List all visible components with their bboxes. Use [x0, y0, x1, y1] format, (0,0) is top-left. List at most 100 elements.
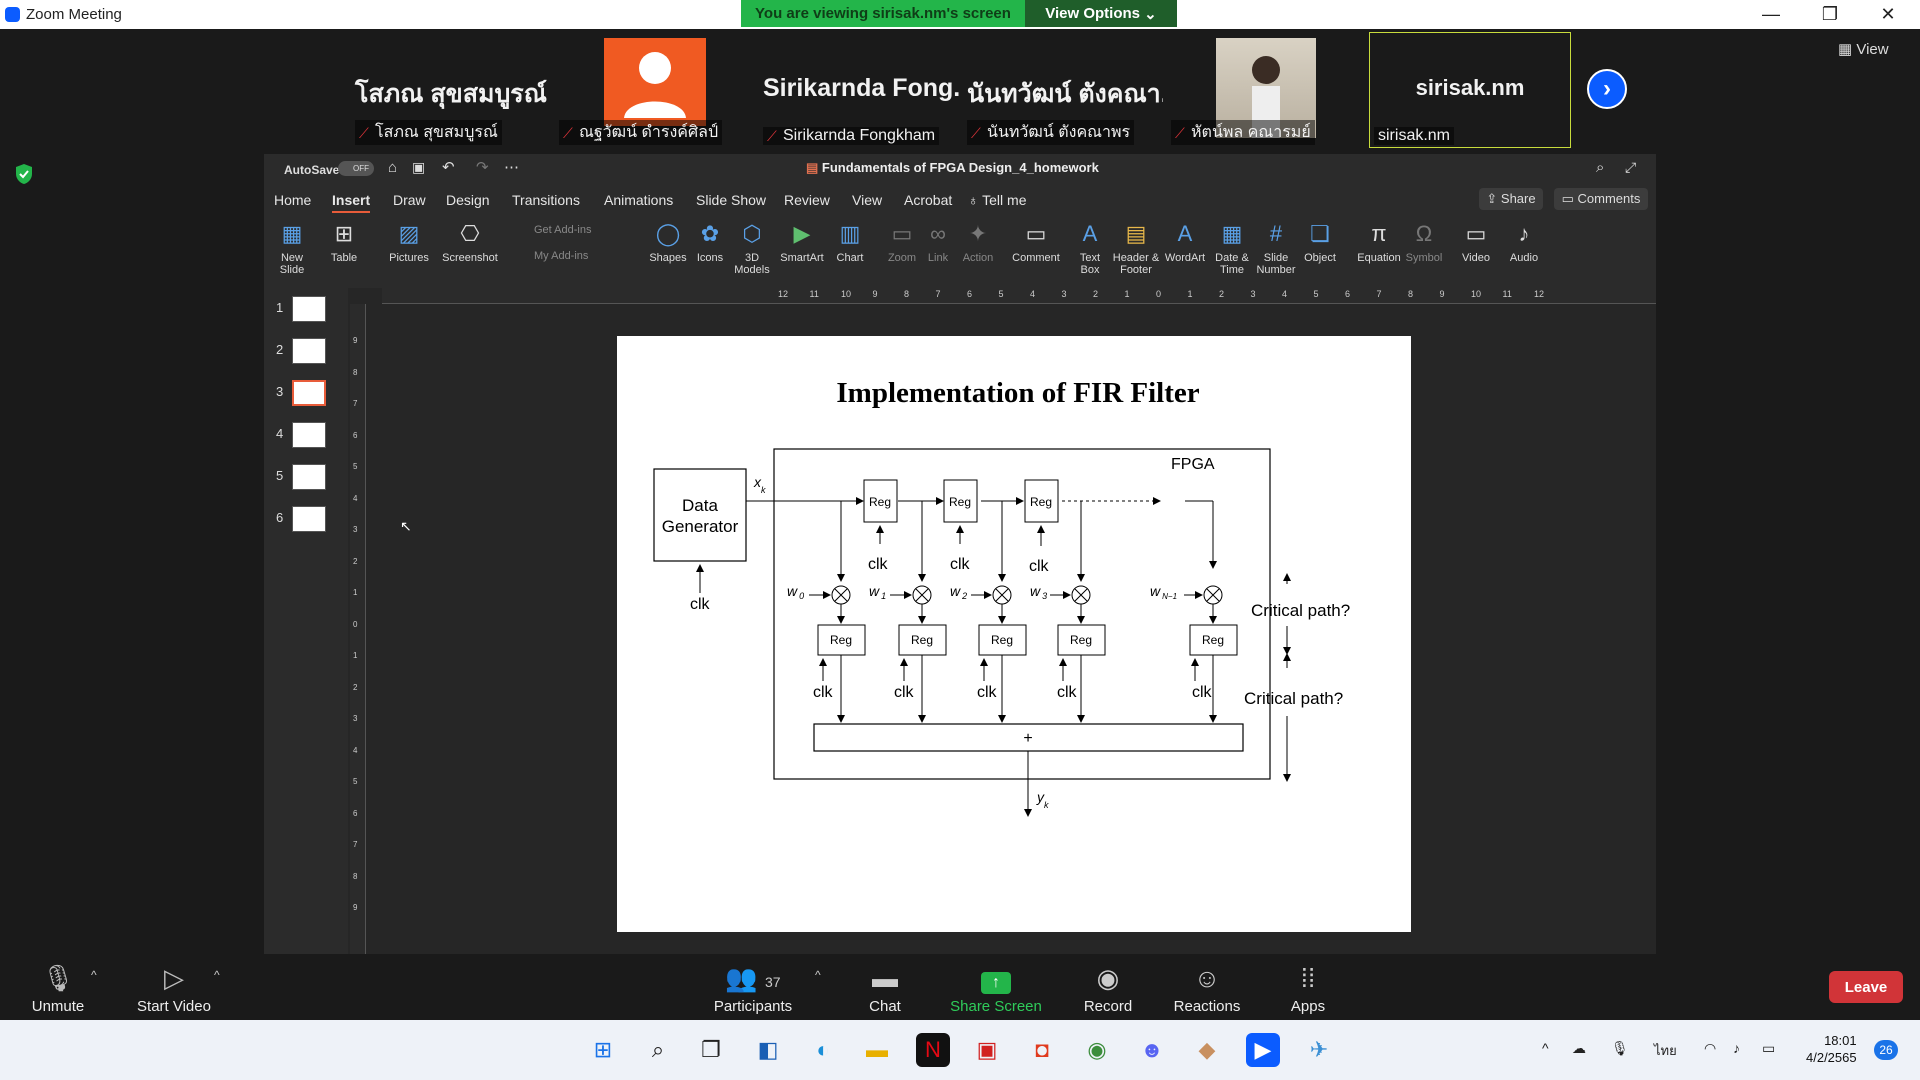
- participants-button[interactable]: 👥 37 Participants: [710, 962, 796, 1015]
- tab-home[interactable]: Home: [274, 192, 311, 208]
- more-icon[interactable]: ⋯: [504, 158, 519, 176]
- new-slide-button[interactable]: ▦ New Slide: [272, 220, 312, 276]
- comment-button[interactable]: ▭ Comment: [1010, 220, 1062, 264]
- table-button[interactable]: ⊞ Table: [324, 220, 364, 264]
- participant-tile[interactable]: ⟋ หัตน์พล คณารมย์: [1167, 32, 1367, 147]
- tab-review[interactable]: Review: [784, 192, 830, 208]
- game-icon[interactable]: ◆: [1190, 1033, 1224, 1067]
- tab-acrobat[interactable]: Acrobat: [904, 192, 952, 208]
- header-footer-button[interactable]: ▤ Header & Footer: [1110, 220, 1162, 276]
- maximize-button[interactable]: ❐: [1804, 0, 1856, 29]
- 3d-models-button[interactable]: ⬡ 3D Models: [732, 220, 772, 276]
- volume-icon[interactable]: ♪: [1733, 1040, 1740, 1056]
- tab-draw[interactable]: Draw: [393, 192, 426, 208]
- participant-tile[interactable]: โสภณ สุขสมบูรณ์ ⟋ โสภณ สุขสมบูรณ์: [351, 32, 551, 147]
- onedrive-icon[interactable]: ☁: [1572, 1040, 1586, 1057]
- gift-icon[interactable]: ▣: [970, 1033, 1004, 1067]
- participant-tile[interactable]: Sirikarnda Fong... ⟋ Sirikarnda Fongkham: [759, 32, 959, 147]
- view-button[interactable]: ▦ View: [1838, 40, 1889, 58]
- slide-thumbnail[interactable]: [292, 380, 326, 406]
- reactions-button[interactable]: ☺ Reactions: [1172, 962, 1242, 1015]
- collapse-icon[interactable]: ⤢: [1625, 159, 1636, 176]
- task-view-icon[interactable]: ❐: [694, 1033, 728, 1067]
- shapes-button[interactable]: ◯ Shapes: [648, 220, 688, 264]
- wordart-button[interactable]: A WordArt: [1162, 220, 1208, 264]
- audio-options-caret-icon[interactable]: ^: [91, 968, 97, 982]
- participants-caret-icon[interactable]: ^: [815, 968, 821, 982]
- microphone-icon[interactable]: 🎙: [1611, 1040, 1629, 1057]
- share-screen-button[interactable]: ↑ Share Screen: [944, 962, 1048, 1015]
- screenshot-button[interactable]: ⎔ Screenshot: [440, 220, 500, 264]
- widgets-icon[interactable]: ◧: [751, 1033, 785, 1067]
- object-button[interactable]: ❏ Object: [1300, 220, 1340, 264]
- slide-thumbnail[interactable]: [292, 338, 326, 364]
- encryption-shield-icon[interactable]: [14, 163, 34, 185]
- apps-button[interactable]: ⁞⁞ Apps: [1286, 962, 1330, 1015]
- link-button[interactable]: ∞ Link: [920, 220, 956, 264]
- date-time-button[interactable]: ▦ Date & Time: [1212, 220, 1252, 276]
- discord-icon[interactable]: ☻: [1135, 1033, 1169, 1067]
- smartart-button[interactable]: ▶ SmartArt: [778, 220, 826, 264]
- my-addins-button[interactable]: My Add-ins: [534, 250, 604, 262]
- participant-tile[interactable]: นันทวัฒน์ ตังคณา... ⟋ นันทวัฒน์ ตังคณาพร: [963, 32, 1163, 147]
- chat-button[interactable]: ▬ Chat: [860, 962, 910, 1015]
- tab-slide-show[interactable]: Slide Show: [696, 192, 766, 208]
- notification-badge[interactable]: 26: [1874, 1040, 1898, 1060]
- video-options-caret-icon[interactable]: ^: [214, 968, 220, 982]
- get-addins-button[interactable]: Get Add-ins: [534, 224, 604, 236]
- tab-insert[interactable]: Insert: [332, 192, 371, 213]
- slide-thumbnail[interactable]: [292, 506, 326, 532]
- tell-me[interactable]: ♁ Tell me: [968, 192, 1027, 208]
- wifi-icon[interactable]: ◠: [1704, 1040, 1716, 1057]
- app-icon[interactable]: ✈: [1302, 1033, 1336, 1067]
- minimize-button[interactable]: —: [1745, 0, 1797, 29]
- icons-button[interactable]: ✿ Icons: [692, 220, 728, 264]
- tab-view[interactable]: View: [852, 192, 882, 208]
- search-icon[interactable]: ⌕: [641, 1033, 675, 1067]
- autosave-toggle[interactable]: OFF: [338, 161, 374, 176]
- slide-thumbnail[interactable]: [292, 464, 326, 490]
- slide-thumbnail[interactable]: [292, 296, 326, 322]
- chart-button[interactable]: ▥ Chart: [830, 220, 870, 264]
- zoom-button[interactable]: ▭ Zoom: [882, 220, 922, 264]
- zoom-taskbar-icon[interactable]: ▶: [1246, 1033, 1280, 1067]
- battery-icon[interactable]: ▭: [1762, 1040, 1775, 1057]
- start-video-button[interactable]: ▷ Start Video: [134, 962, 214, 1015]
- share-button[interactable]: ⇪ Share: [1479, 188, 1543, 210]
- symbol-button[interactable]: Ω Symbol: [1402, 220, 1446, 264]
- comments-button[interactable]: ▭ Comments: [1554, 188, 1648, 210]
- next-page-button[interactable]: ›: [1587, 69, 1627, 109]
- text-box-button[interactable]: A Text Box: [1074, 220, 1106, 276]
- action-button[interactable]: ✦ Action: [958, 220, 998, 264]
- slide[interactable]: Implementation of FIR Filter FPGA Data G…: [617, 336, 1411, 932]
- file-explorer-icon[interactable]: ▬: [860, 1033, 894, 1067]
- start-menu-icon[interactable]: ⊞: [586, 1033, 620, 1067]
- home-icon[interactable]: ⌂: [388, 159, 397, 176]
- close-button[interactable]: ✕: [1862, 0, 1914, 29]
- leave-button[interactable]: Leave: [1829, 971, 1903, 1003]
- tab-design[interactable]: Design: [446, 192, 490, 208]
- video-button[interactable]: ▭ Video: [1456, 220, 1496, 264]
- redo-icon[interactable]: ↷: [476, 158, 489, 176]
- equation-button[interactable]: π Equation: [1354, 220, 1404, 264]
- slide-thumbnail[interactable]: [292, 422, 326, 448]
- participant-tile-active[interactable]: sirisak.nm sirisak.nm: [1369, 32, 1571, 148]
- show-hidden-icons-icon[interactable]: ^: [1542, 1040, 1549, 1056]
- unmute-button[interactable]: 🎙 Unmute: [28, 962, 88, 1015]
- undo-icon[interactable]: ↶: [442, 158, 455, 176]
- clock[interactable]: 18:01 4/2/2565: [1806, 1032, 1857, 1066]
- chrome-icon[interactable]: ◉: [1080, 1033, 1114, 1067]
- save-icon[interactable]: ▣: [412, 159, 425, 176]
- office-icon[interactable]: ◘: [1025, 1033, 1059, 1067]
- netflix-icon[interactable]: N: [916, 1033, 950, 1067]
- participant-tile[interactable]: ⟋ ณฐวัฒน์ ดำรงค์ศิลป์: [555, 32, 755, 147]
- search-icon[interactable]: ⌕: [1596, 159, 1604, 176]
- slide-number-button[interactable]: # Slide Number: [1254, 220, 1298, 276]
- edge-icon[interactable]: ◐: [806, 1033, 840, 1067]
- language-indicator[interactable]: ไทย: [1654, 1040, 1677, 1061]
- view-options-button[interactable]: View Options ⌄: [1025, 0, 1177, 27]
- record-button[interactable]: ◉ Record: [1082, 962, 1134, 1015]
- pictures-button[interactable]: ▨ Pictures: [386, 220, 432, 264]
- tab-animations[interactable]: Animations: [604, 192, 673, 208]
- audio-button[interactable]: ♪ Audio: [1504, 220, 1544, 264]
